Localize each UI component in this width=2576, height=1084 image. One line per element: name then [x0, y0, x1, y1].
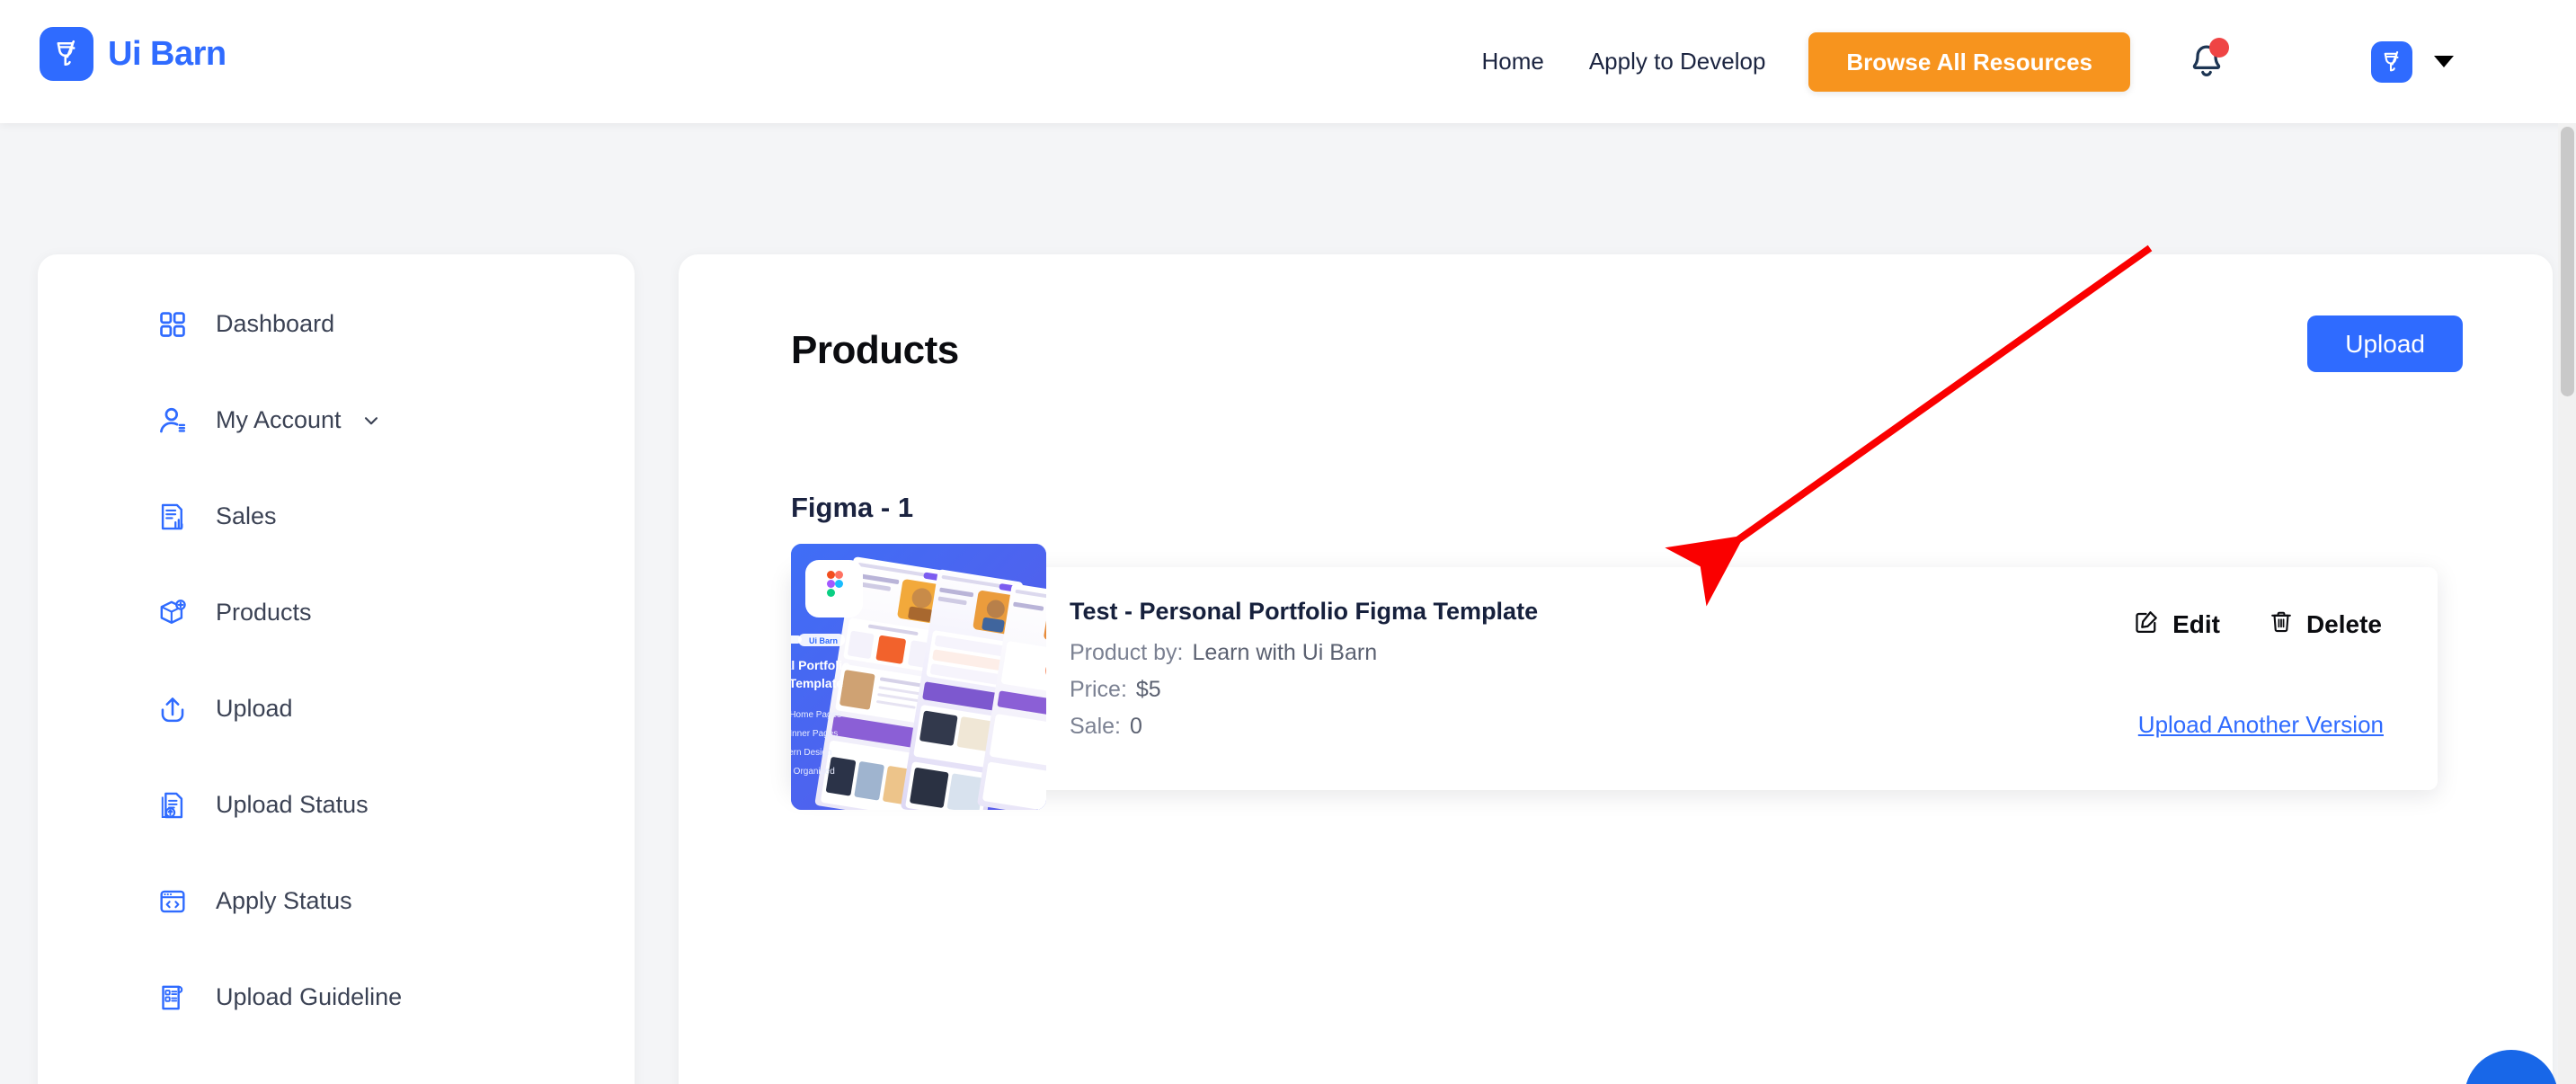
product-group-title: Figma - 1 — [791, 492, 914, 523]
sidebar-item-upload[interactable]: Upload — [38, 661, 635, 757]
upload-status-icon — [155, 787, 191, 823]
brand-name: Ui Barn — [108, 34, 227, 73]
avatar — [2371, 40, 2412, 83]
product-sale-label: Sale: — [1070, 714, 1121, 739]
page-title: Products — [791, 328, 959, 372]
svg-text:Ui Barn: Ui Barn — [809, 636, 838, 645]
sidebar-item-label: Apply Status — [216, 887, 352, 914]
edit-button[interactable]: Edit — [2133, 609, 2220, 640]
sidebar-item-my-account[interactable]: My Account — [38, 372, 635, 468]
sidebar-item-label: Dashboard — [216, 310, 335, 337]
edit-pencil-icon — [2133, 609, 2160, 640]
product-thumbnail[interactable]: Ui Barn nal Portfolio a Template 2 Home … — [791, 544, 1046, 810]
sidebar-item-label: My Account — [216, 406, 342, 433]
product-title: Test - Personal Portfolio Figma Template — [1070, 598, 1539, 625]
svg-text:a Template: a Template — [791, 676, 843, 690]
sidebar-item-upload-guideline[interactable]: Upload Guideline — [38, 949, 635, 1045]
delete-label: Delete — [2305, 609, 2382, 638]
svg-text:nal Portfolio: nal Portfolio — [791, 658, 850, 672]
svg-text:yer Organized: yer Organized — [791, 767, 835, 777]
notification-badge-dot — [2209, 37, 2229, 58]
product-author-row: Product by: Learn with Ui Barn — [1070, 640, 1538, 666]
product-sale-value: 0 — [1129, 714, 1142, 739]
caret-down-icon[interactable] — [2434, 56, 2454, 67]
guideline-scroll-icon — [155, 980, 191, 1016]
main-header-row: Products Upload — [791, 315, 2463, 373]
sidebar: Dashboard My Account Sales Products Uplo… — [38, 254, 635, 1084]
code-window-icon — [155, 884, 191, 920]
user-icon — [155, 403, 191, 439]
trash-icon — [2269, 609, 2294, 640]
page-body: Dashboard My Account Sales Products Uplo… — [0, 123, 2576, 1084]
sidebar-item-sales[interactable]: Sales — [38, 468, 635, 564]
header-nav: Home Apply to Develop Browse All Resourc… — [1481, 0, 2454, 123]
grid-icon — [155, 307, 191, 342]
main-panel: Products Upload Figma - 1 Ui Barn l Port… — [679, 254, 2553, 1084]
product-author-value: Learn with Ui Barn — [1192, 640, 1378, 665]
upload-another-version-link[interactable]: Upload Another Version — [2138, 711, 2384, 739]
upload-button[interactable]: Upload — [2307, 315, 2463, 372]
sidebar-item-label: Upload — [216, 695, 293, 722]
product-info: Test - Personal Portfolio Figma Template… — [1070, 598, 1538, 751]
product-actions: Edit Delete — [2133, 609, 2382, 640]
account-menu[interactable] — [2371, 40, 2454, 83]
sidebar-item-apply-status[interactable]: Apply Status — [38, 853, 635, 949]
sidebar-item-label: Sales — [216, 502, 277, 529]
svg-text:2 Home Pages: 2 Home Pages — [791, 710, 841, 720]
nav-apply-to-develop[interactable]: Apply to Develop — [1589, 48, 1766, 76]
delete-button[interactable]: Delete — [2269, 609, 2382, 640]
sidebar-item-products[interactable]: Products — [38, 564, 635, 661]
svg-text:0 Inner Pages: 0 Inner Pages — [791, 729, 838, 739]
sidebar-item-label: Upload Status — [216, 791, 369, 818]
sidebar-item-label: Products — [216, 599, 312, 626]
edit-label: Edit — [2172, 609, 2220, 638]
chevron-down-icon[interactable] — [360, 409, 383, 432]
svg-text:odern Design: odern Design — [791, 748, 831, 758]
top-header: Ui Barn Home Apply to Develop Browse All… — [0, 0, 2576, 123]
product-price-label: Price: — [1070, 677, 1127, 702]
sidebar-item-dashboard[interactable]: Dashboard — [38, 276, 635, 372]
product-box-icon — [155, 595, 191, 631]
page-scrollbar-track[interactable] — [2558, 123, 2576, 1084]
upload-arrow-icon — [155, 691, 191, 727]
sales-document-icon — [155, 499, 191, 535]
sidebar-item-label: Upload Guideline — [216, 983, 403, 1010]
product-price-row: Price: $5 — [1070, 677, 1538, 703]
product-sale-row: Sale: 0 — [1070, 714, 1538, 740]
product-author-label: Product by: — [1070, 640, 1184, 665]
ui-barn-glass-logo-icon — [40, 27, 93, 81]
notifications-button[interactable] — [2186, 37, 2229, 84]
page-scrollbar-thumb[interactable] — [2561, 127, 2574, 396]
product-price-value: $5 — [1135, 677, 1161, 702]
brand-logo[interactable]: Ui Barn — [40, 27, 227, 81]
sidebar-item-upload-status[interactable]: Upload Status — [38, 757, 635, 853]
nav-home[interactable]: Home — [1481, 48, 1543, 76]
product-card: Ui Barn nal Portfolio a Template 2 Home … — [791, 544, 2438, 810]
browse-all-resources-button[interactable]: Browse All Resources — [1808, 31, 2130, 92]
